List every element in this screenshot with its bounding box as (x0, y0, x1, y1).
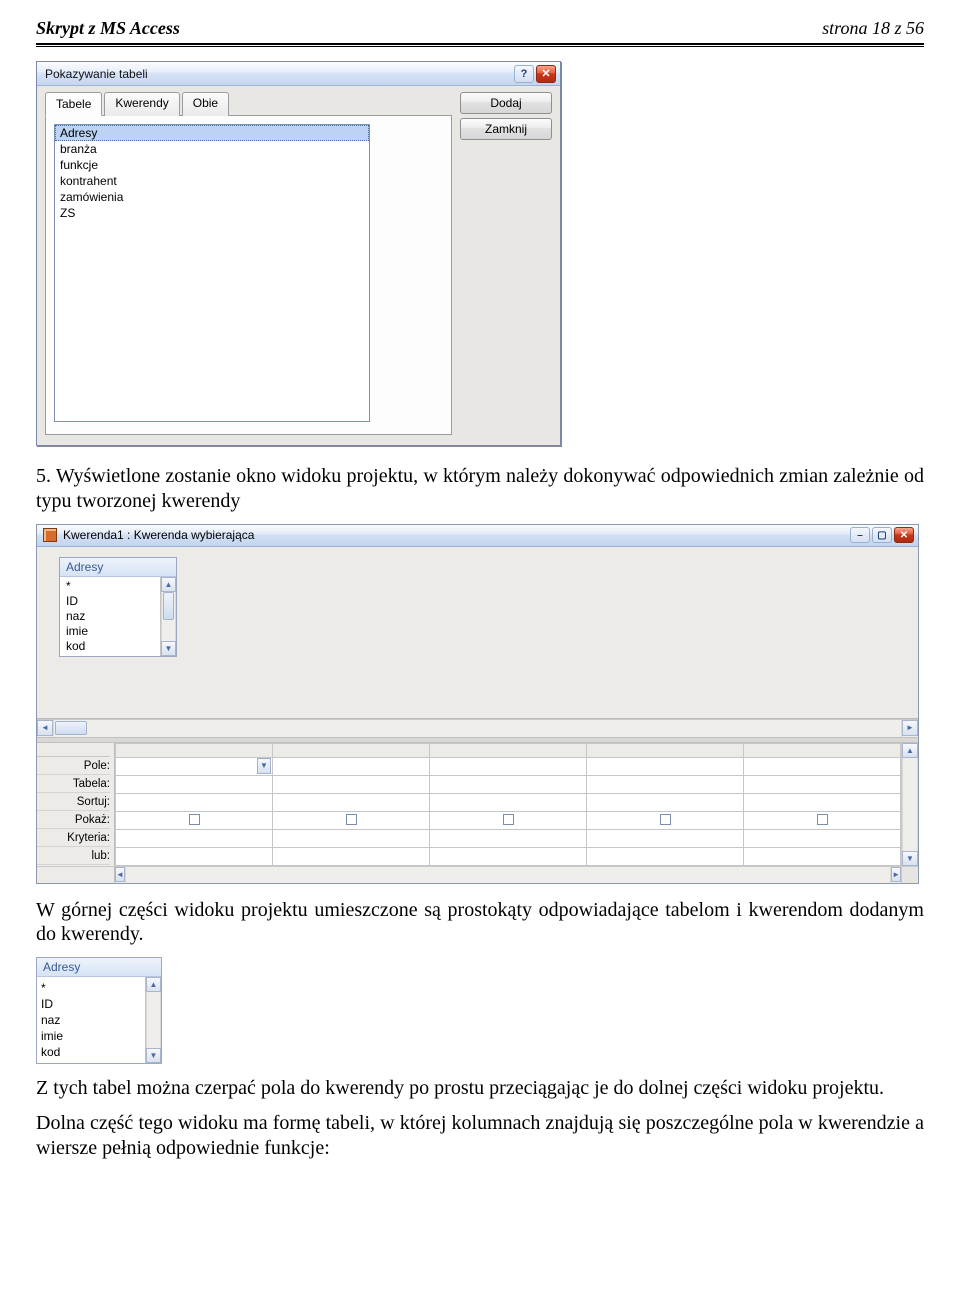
scroll-track[interactable] (53, 720, 902, 737)
window-close-button[interactable]: ✕ (894, 527, 914, 543)
dialog-tabpanel: Adresy branża funkcje kontrahent zamówie… (45, 115, 452, 435)
close-button[interactable]: Zamknij (460, 118, 552, 140)
show-checkbox[interactable] (189, 814, 200, 825)
grid-vscrollbar[interactable]: ▲ ▼ (901, 743, 918, 866)
scroll-up-icon[interactable]: ▲ (146, 977, 161, 992)
header-left: Skrypt z MS Access (36, 18, 180, 39)
minimize-button[interactable]: – (850, 527, 870, 543)
fieldlist-scrollbar[interactable]: ▲ ▼ (160, 577, 176, 656)
row-label-pokaz: Pokaż: (37, 811, 110, 829)
upper-hscrollbar[interactable]: ◄ ► (37, 719, 918, 737)
grid-table[interactable] (115, 743, 901, 866)
table-row (116, 829, 901, 847)
show-checkbox[interactable] (817, 814, 828, 825)
show-table-dialog: Pokazywanie tabeli ? ✕ Tabele Kwerendy O… (36, 61, 561, 446)
field-item[interactable]: ID (41, 996, 141, 1012)
query-window-title: Kwerenda1 : Kwerenda wybierająca (63, 528, 848, 542)
show-checkbox[interactable] (346, 814, 357, 825)
maximize-button[interactable]: ▢ (872, 527, 892, 543)
scroll-track[interactable] (161, 592, 176, 641)
list-item[interactable]: kontrahent (55, 173, 369, 189)
add-button[interactable]: Dodaj (460, 92, 552, 114)
list-item[interactable]: funkcje (55, 157, 369, 173)
fieldlist-items[interactable]: * ID naz imie kod (60, 577, 160, 656)
field-dropdown-icon[interactable]: ▼ (257, 758, 271, 774)
list-item[interactable]: ZS (55, 205, 369, 221)
tab-kwerendy[interactable]: Kwerendy (104, 92, 179, 116)
tab-tabele[interactable]: Tabele (45, 92, 102, 116)
grid-row-labels: Pole: Tabela: Sortuj: Pokaż: Kryteria: l… (37, 743, 115, 866)
scroll-track[interactable] (146, 992, 161, 1048)
field-item[interactable]: kod (64, 639, 156, 654)
scroll-track[interactable] (125, 867, 891, 883)
table-row (116, 775, 901, 793)
grid-hscrollbar[interactable]: ◄ ► (37, 866, 918, 883)
query-upper-pane[interactable]: Adresy * ID naz imie kod ▲ ▼ (37, 547, 918, 719)
field-item[interactable]: * (41, 980, 141, 996)
smallbox-title: Adresy (37, 958, 161, 977)
field-item[interactable]: imie (64, 624, 156, 639)
list-item[interactable]: branża (55, 141, 369, 157)
show-checkbox[interactable] (660, 814, 671, 825)
field-item[interactable]: naz (41, 1012, 141, 1028)
header-right: strona 18 z 56 (822, 18, 924, 39)
grid-cell[interactable] (116, 757, 273, 775)
paragraph-upper-desc: W górnej części widoku projektu umieszcz… (36, 898, 924, 948)
scroll-down-icon[interactable]: ▼ (902, 851, 918, 866)
query-design-window: Kwerenda1 : Kwerenda wybierająca – ▢ ✕ A… (36, 524, 919, 884)
scroll-thumb[interactable] (55, 721, 87, 735)
table-row (116, 793, 901, 811)
field-item[interactable]: naz (64, 609, 156, 624)
field-item[interactable]: ID (64, 594, 156, 609)
scroll-left-icon[interactable]: ◄ (115, 867, 125, 882)
scroll-thumb[interactable] (163, 592, 174, 620)
table-row (116, 757, 901, 775)
dialog-titlebar[interactable]: Pokazywanie tabeli ? ✕ (37, 62, 560, 86)
list-item[interactable]: zamówienia (55, 189, 369, 205)
scroll-left-icon[interactable]: ◄ (37, 720, 53, 736)
scroll-down-icon[interactable]: ▼ (161, 641, 176, 656)
paragraph-drag-fields: Z tych tabel można czerpać pola do kwere… (36, 1076, 924, 1101)
field-item[interactable]: * (64, 579, 156, 594)
show-checkbox[interactable] (503, 814, 514, 825)
query-window-icon (43, 528, 57, 542)
table-row (116, 811, 901, 829)
scroll-right-icon[interactable]: ► (902, 720, 918, 736)
scroll-up-icon[interactable]: ▲ (161, 577, 176, 592)
row-label-lub: lub: (37, 847, 110, 865)
row-label-kryteria: Kryteria: (37, 829, 110, 847)
paragraph-step5: 5. Wyświetlone zostanie okno widoku proj… (36, 464, 924, 514)
field-item[interactable]: imie (41, 1028, 141, 1044)
dialog-tabstrip: Tabele Kwerendy Obie (45, 92, 452, 116)
table-row (116, 847, 901, 865)
query-design-grid: Pole: Tabela: Sortuj: Pokaż: Kryteria: l… (37, 743, 918, 866)
page-header: Skrypt z MS Access strona 18 z 56 (36, 18, 924, 39)
scroll-down-icon[interactable]: ▼ (146, 1048, 161, 1063)
scroll-track[interactable] (902, 758, 918, 851)
scroll-up-icon[interactable]: ▲ (902, 743, 918, 758)
tab-obie[interactable]: Obie (182, 92, 229, 116)
query-titlebar[interactable]: Kwerenda1 : Kwerenda wybierająca – ▢ ✕ (37, 525, 918, 547)
row-label-tabela: Tabela: (37, 775, 110, 793)
grid-cells-area[interactable]: ▼ (115, 743, 901, 866)
paragraph-lower-desc: Dolna część tego widoku ma formę tabeli,… (36, 1111, 924, 1161)
table-fieldlist-adresy[interactable]: Adresy * ID naz imie kod ▲ ▼ (59, 557, 177, 657)
dialog-help-button[interactable]: ? (514, 65, 534, 83)
header-rule (36, 43, 924, 47)
field-item[interactable]: kod (41, 1044, 141, 1060)
fieldlist-adresy-small[interactable]: Adresy * ID naz imie kod ▲ ▼ (36, 957, 162, 1064)
row-label-pole: Pole: (37, 757, 110, 775)
fieldlist-title: Adresy (60, 558, 176, 577)
table-listbox[interactable]: Adresy branża funkcje kontrahent zamówie… (54, 124, 370, 422)
scroll-right-icon[interactable]: ► (891, 867, 901, 882)
smallbox-items[interactable]: * ID naz imie kod (37, 977, 145, 1063)
dialog-title: Pokazywanie tabeli (45, 67, 512, 81)
dialog-close-button[interactable]: ✕ (536, 65, 556, 83)
smallbox-scrollbar[interactable]: ▲ ▼ (145, 977, 161, 1063)
row-label-sortuj: Sortuj: (37, 793, 110, 811)
list-item[interactable]: Adresy (55, 125, 369, 141)
